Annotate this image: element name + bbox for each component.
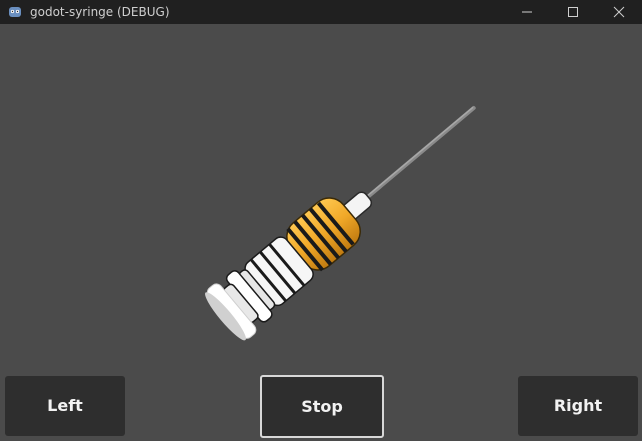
syringe-needle xyxy=(358,106,476,206)
godot-icon xyxy=(9,7,21,17)
stop-button[interactable]: Stop xyxy=(260,375,384,438)
right-button[interactable]: Right xyxy=(518,376,638,436)
game-viewport[interactable]: Left Stop Right xyxy=(0,24,642,441)
close-button[interactable] xyxy=(596,0,642,24)
left-button[interactable]: Left xyxy=(5,376,125,436)
syringe xyxy=(205,106,476,341)
close-icon xyxy=(613,6,625,18)
title-bar[interactable]: godot-syringe (DEBUG) xyxy=(0,0,642,24)
minimize-button[interactable] xyxy=(504,0,550,24)
minimize-icon xyxy=(522,11,532,13)
maximize-icon xyxy=(568,7,578,17)
app-window: godot-syringe (DEBUG) Left Stop Right xyxy=(0,0,642,441)
window-title: godot-syringe (DEBUG) xyxy=(30,5,170,19)
maximize-button[interactable] xyxy=(550,0,596,24)
